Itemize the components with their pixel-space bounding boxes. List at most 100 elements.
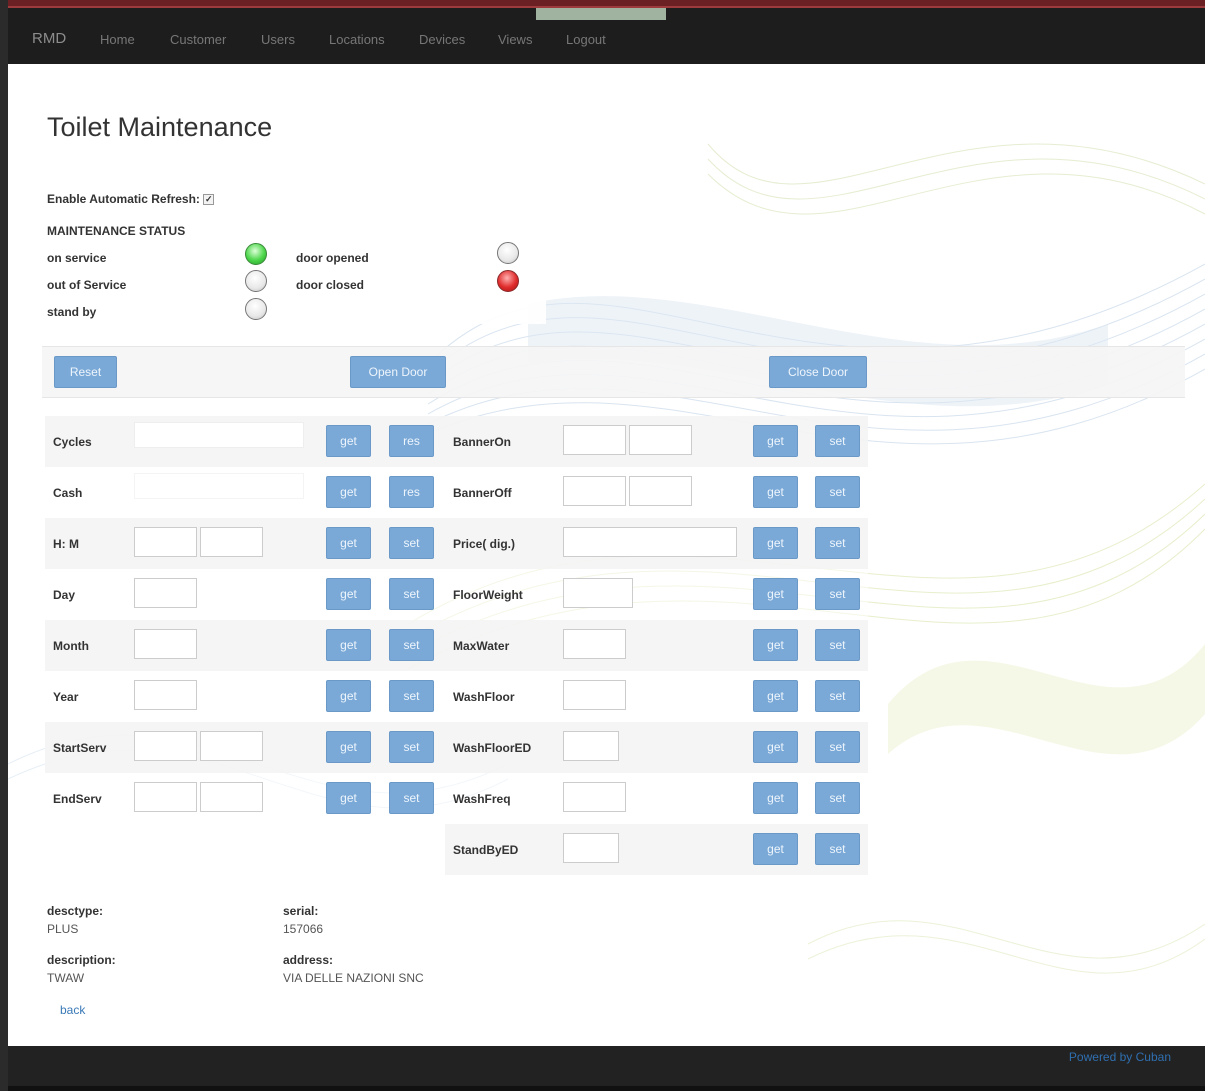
reset-button[interactable]: Reset [54, 356, 117, 388]
status-label-out-of-service: out of Service [47, 278, 127, 292]
param-label-price: Price( dig.) [453, 537, 516, 551]
nav-item-users[interactable]: Users [261, 32, 295, 47]
on-service-led-icon [245, 243, 267, 265]
param-label-floor-weight: FloorWeight [453, 588, 523, 602]
auto-refresh-checkbox[interactable]: ✓ [203, 194, 215, 205]
nav-item-customer[interactable]: Customer [170, 32, 226, 47]
banner-off-input-1[interactable] [563, 476, 626, 506]
max-water-get-button[interactable]: get [753, 629, 798, 661]
nav-item-home[interactable]: Home [100, 32, 135, 47]
hour-minute-get-button[interactable]: get [326, 527, 371, 559]
start-serv-get-button[interactable]: get [326, 731, 371, 763]
wash-floor-ed-get-button[interactable]: get [753, 731, 798, 763]
serial-label: serial: [283, 904, 319, 918]
param-label-wash-freq: WashFreq [453, 792, 511, 806]
powered-by-link[interactable]: Powered by Cuban [1069, 1050, 1171, 1064]
standby-ed-input[interactable] [563, 833, 619, 863]
status-label-stand-by: stand by [47, 305, 97, 319]
top-accent-bar [8, 0, 1205, 8]
param-row: StartServ get set WashFloorED get set [45, 722, 868, 773]
param-label-wash-floor-ed: WashFloorED [453, 741, 532, 755]
cash-get-button[interactable]: get [326, 476, 371, 508]
back-link[interactable]: back [60, 1003, 85, 1017]
wash-freq-get-button[interactable]: get [753, 782, 798, 814]
nav-item-views[interactable]: Views [498, 32, 532, 47]
param-label-hour-minute: H: M [53, 537, 79, 551]
standby-ed-set-button[interactable]: set [815, 833, 860, 865]
wash-floor-set-button[interactable]: set [815, 680, 860, 712]
wash-floor-get-button[interactable]: get [753, 680, 798, 712]
auto-refresh-label: Enable Automatic Refresh: [47, 192, 200, 206]
banner-on-get-button[interactable]: get [753, 425, 798, 457]
param-label-max-water: MaxWater [453, 639, 510, 653]
footer: Powered by Cuban [8, 1046, 1205, 1091]
month-get-button[interactable]: get [326, 629, 371, 661]
month-input[interactable] [134, 629, 197, 659]
nav-brand[interactable]: RMD [32, 30, 66, 47]
year-input[interactable] [134, 680, 197, 710]
wash-floor-ed-input[interactable] [563, 731, 619, 761]
month-set-button[interactable]: set [389, 629, 434, 661]
floor-weight-set-button[interactable]: set [815, 578, 860, 610]
price-input[interactable] [563, 527, 737, 557]
floor-weight-input[interactable] [563, 578, 633, 608]
nav-active-indicator [536, 8, 666, 20]
nav-item-locations[interactable]: Locations [329, 32, 385, 47]
param-label-cash: Cash [53, 486, 83, 500]
start-serv-set-button[interactable]: set [389, 731, 434, 763]
price-get-button[interactable]: get [753, 527, 798, 559]
open-door-button[interactable]: Open Door [350, 356, 446, 388]
wash-floor-ed-set-button[interactable]: set [815, 731, 860, 763]
banner-on-input-2[interactable] [629, 425, 692, 455]
banner-off-set-button[interactable]: set [815, 476, 860, 508]
desctype-label: desctype: [47, 904, 104, 918]
cash-res-button[interactable]: res [389, 476, 434, 508]
day-get-button[interactable]: get [326, 578, 371, 610]
banner-off-input-2[interactable] [629, 476, 692, 506]
day-set-button[interactable]: set [389, 578, 434, 610]
param-row: EndServ get set WashFreq get set [45, 773, 868, 824]
floor-weight-get-button[interactable]: get [753, 578, 798, 610]
param-label-cycles: Cycles [53, 435, 92, 449]
param-label-standby-ed: StandByED [453, 843, 519, 857]
param-row: Year get set WashFloor get set [45, 671, 868, 722]
wash-floor-input[interactable] [563, 680, 626, 710]
serial-value: 157066 [283, 922, 324, 936]
cycles-input[interactable] [134, 422, 304, 448]
start-serv-input-1[interactable] [134, 731, 197, 761]
end-serv-set-button[interactable]: set [389, 782, 434, 814]
max-water-set-button[interactable]: set [815, 629, 860, 661]
year-set-button[interactable]: set [389, 680, 434, 712]
start-serv-input-2[interactable] [200, 731, 263, 761]
hour-input[interactable] [134, 527, 197, 557]
year-get-button[interactable]: get [326, 680, 371, 712]
stand-by-led-icon [245, 298, 267, 320]
param-row: Cash get res BannerOff get set [45, 467, 868, 518]
param-row: H: M get set Price( dig.) get set [45, 518, 868, 569]
minute-input[interactable] [200, 527, 263, 557]
hour-minute-set-button[interactable]: set [389, 527, 434, 559]
standby-ed-get-button[interactable]: get [753, 833, 798, 865]
banner-off-get-button[interactable]: get [753, 476, 798, 508]
desctype-value: PLUS [47, 922, 79, 936]
end-serv-get-button[interactable]: get [326, 782, 371, 814]
day-input[interactable] [134, 578, 197, 608]
banner-on-set-button[interactable]: set [815, 425, 860, 457]
nav-item-logout[interactable]: Logout [566, 32, 606, 47]
address-value: VIA DELLE NAZIONI SNC [283, 971, 424, 985]
end-serv-input-1[interactable] [134, 782, 197, 812]
door-opened-led-icon [497, 242, 519, 264]
close-door-button[interactable]: Close Door [769, 356, 867, 388]
wash-freq-set-button[interactable]: set [815, 782, 860, 814]
param-row: StandByED get set [445, 824, 868, 875]
navbar: RMD Home Customer Users Locations Device… [8, 8, 1205, 64]
price-set-button[interactable]: set [815, 527, 860, 559]
banner-on-input-1[interactable] [563, 425, 626, 455]
wash-freq-input[interactable] [563, 782, 626, 812]
cash-input[interactable] [134, 473, 304, 499]
nav-item-devices[interactable]: Devices [419, 32, 465, 47]
max-water-input[interactable] [563, 629, 626, 659]
end-serv-input-2[interactable] [200, 782, 263, 812]
cycles-get-button[interactable]: get [326, 425, 371, 457]
cycles-res-button[interactable]: res [389, 425, 434, 457]
